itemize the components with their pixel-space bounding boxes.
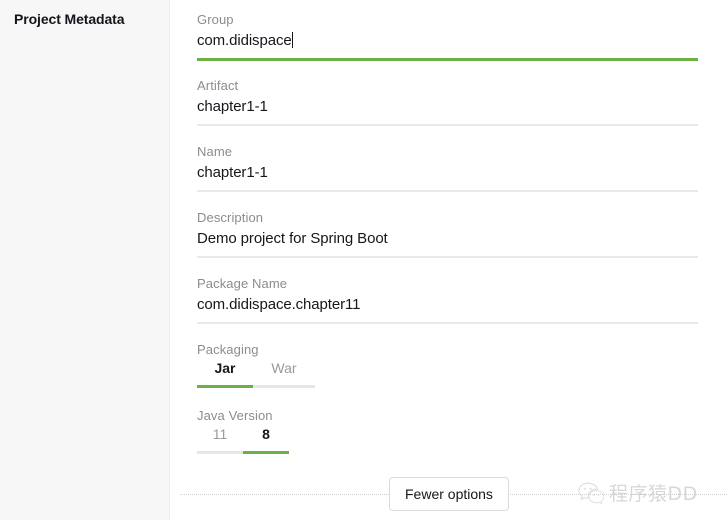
choice-option-8[interactable]: 8 bbox=[243, 426, 289, 454]
text-cursor bbox=[291, 32, 293, 48]
choice-option-11[interactable]: 11 bbox=[197, 426, 243, 454]
field-package-name[interactable]: Package Name com.didispace.chapter11 bbox=[197, 264, 698, 330]
field-underline bbox=[197, 58, 698, 61]
choice-option-underline bbox=[197, 451, 243, 454]
field-underline bbox=[197, 256, 698, 258]
field-artifact[interactable]: Artifact chapter1-1 bbox=[197, 66, 698, 132]
field-input-text: Demo project for Spring Boot bbox=[197, 230, 388, 247]
choice-option-war[interactable]: War bbox=[253, 360, 315, 388]
field-input-text: chapter1-1 bbox=[197, 164, 268, 181]
field-label: Package Name bbox=[197, 276, 288, 291]
choice-option-label: War bbox=[271, 360, 297, 376]
field-input[interactable]: Demo project for Spring Boot bbox=[197, 230, 388, 247]
project-metadata-screen: Project Metadata Group com.didispace Artif… bbox=[0, 0, 727, 520]
choice-option-underline bbox=[197, 385, 253, 388]
field-input[interactable]: com.didispace bbox=[197, 32, 293, 49]
choice-option-label: Jar bbox=[214, 360, 236, 376]
field-input[interactable]: chapter1-1 bbox=[197, 164, 268, 181]
field-underline bbox=[197, 190, 698, 192]
field-input[interactable]: chapter1-1 bbox=[197, 98, 268, 115]
field-underline bbox=[197, 124, 698, 126]
field-group[interactable]: Group com.didispace bbox=[197, 0, 698, 66]
choice-row-packaging: Packaging Jar War bbox=[197, 330, 698, 396]
field-input[interactable]: com.didispace.chapter11 bbox=[197, 296, 360, 313]
field-input-text: com.didispace bbox=[197, 32, 292, 49]
metadata-form: Group com.didispace Artifact chapter1-1 Name… bbox=[197, 0, 698, 462]
page-title: Project Metadata bbox=[14, 11, 125, 27]
field-label: Description bbox=[197, 210, 264, 225]
field-label: Artifact bbox=[197, 78, 239, 93]
choice-option-underline bbox=[253, 385, 315, 388]
footer: Fewer options bbox=[170, 477, 727, 520]
fewer-options-button[interactable]: Fewer options bbox=[389, 477, 509, 511]
choice-row-label: Packaging bbox=[197, 342, 259, 357]
sidebar: Project Metadata bbox=[0, 0, 170, 520]
field-label: Group bbox=[197, 12, 234, 27]
main-content: Group com.didispace Artifact chapter1-1 Name… bbox=[170, 0, 727, 520]
field-name[interactable]: Name chapter1-1 bbox=[197, 132, 698, 198]
choice-option-underline bbox=[243, 451, 289, 454]
field-input-text: com.didispace.chapter11 bbox=[197, 296, 361, 313]
field-input-text: chapter1-1 bbox=[197, 98, 268, 115]
choice-row-java-version: Java Version 11 8 bbox=[197, 396, 698, 462]
choice-option-label: 11 bbox=[212, 426, 228, 442]
choice-option-jar[interactable]: Jar bbox=[197, 360, 253, 388]
choice-option-label: 8 bbox=[262, 426, 270, 442]
field-label: Name bbox=[197, 144, 233, 159]
field-underline bbox=[197, 322, 698, 324]
field-description[interactable]: Description Demo project for Spring Boot bbox=[197, 198, 698, 264]
choice-group: Jar War bbox=[197, 360, 315, 388]
choice-group: 11 8 bbox=[197, 426, 289, 454]
choice-row-label: Java Version bbox=[197, 408, 273, 423]
